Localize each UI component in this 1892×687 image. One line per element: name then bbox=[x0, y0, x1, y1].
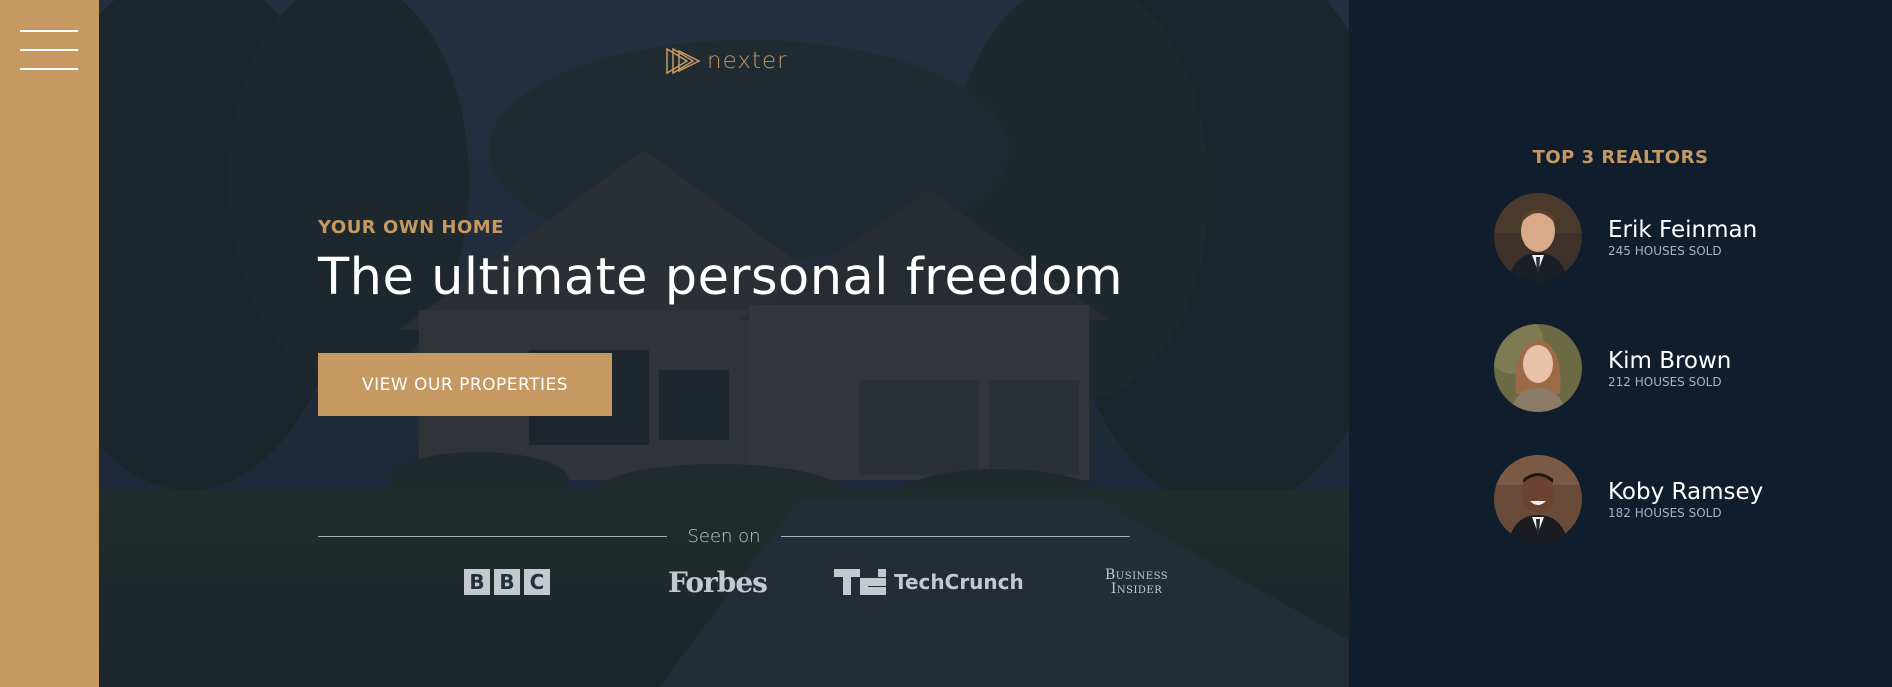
realtor-card[interactable]: Koby Ramsey 182 houses sold bbox=[1494, 455, 1794, 543]
forbes-logo: Forbes bbox=[668, 565, 768, 599]
realtor-card[interactable]: Kim Brown 212 houses sold bbox=[1494, 324, 1794, 412]
realtor-name: Erik Feinman bbox=[1608, 217, 1758, 243]
realtor-name: Koby Ramsey bbox=[1608, 479, 1764, 505]
houses-sold: 245 houses sold bbox=[1608, 244, 1722, 258]
seen-on-divider: Seen on bbox=[318, 524, 1130, 548]
menu-line bbox=[20, 30, 78, 32]
realtor-name: Kim Brown bbox=[1608, 348, 1732, 374]
avatar bbox=[1494, 324, 1582, 412]
business-insider-logo: Business Insider bbox=[1105, 567, 1169, 597]
view-properties-button[interactable]: View our properties bbox=[318, 353, 612, 416]
bbc-logo: B B C bbox=[464, 562, 554, 602]
realtor-card[interactable]: Erik Feinman 245 houses sold bbox=[1494, 193, 1794, 281]
divider-line bbox=[318, 535, 668, 537]
seen-on-label: Seen on bbox=[687, 525, 761, 547]
sidebar bbox=[0, 0, 99, 687]
hamburger-menu-icon[interactable] bbox=[20, 28, 78, 72]
techcrunch-mark-icon bbox=[834, 569, 886, 595]
realtors-title: Top 3 Realtors bbox=[1532, 147, 1709, 168]
hero-sub-heading: Your own home bbox=[318, 217, 504, 238]
avatar bbox=[1494, 455, 1582, 543]
houses-sold: 182 houses sold bbox=[1608, 506, 1722, 520]
divider-line bbox=[780, 535, 1130, 537]
logo[interactable]: nexter bbox=[665, 44, 788, 78]
menu-line bbox=[20, 68, 78, 70]
avatar bbox=[1494, 193, 1582, 281]
realtors-panel: Top 3 Realtors Erik Feinman 245 houses s… bbox=[1349, 0, 1892, 687]
press-logos: B B C Forbes TechCrunch Business Insider bbox=[318, 562, 1168, 602]
page: nexter Your own home The ultimate person… bbox=[0, 0, 1892, 687]
menu-line bbox=[20, 49, 78, 51]
houses-sold: 212 houses sold bbox=[1608, 375, 1722, 389]
triangle-logo-icon bbox=[666, 47, 701, 75]
hero-heading: The ultimate personal freedom bbox=[318, 248, 1123, 307]
hero-header: nexter Your own home The ultimate person… bbox=[99, 0, 1349, 687]
logo-text: nexter bbox=[707, 48, 788, 74]
techcrunch-logo: TechCrunch bbox=[834, 562, 1024, 602]
